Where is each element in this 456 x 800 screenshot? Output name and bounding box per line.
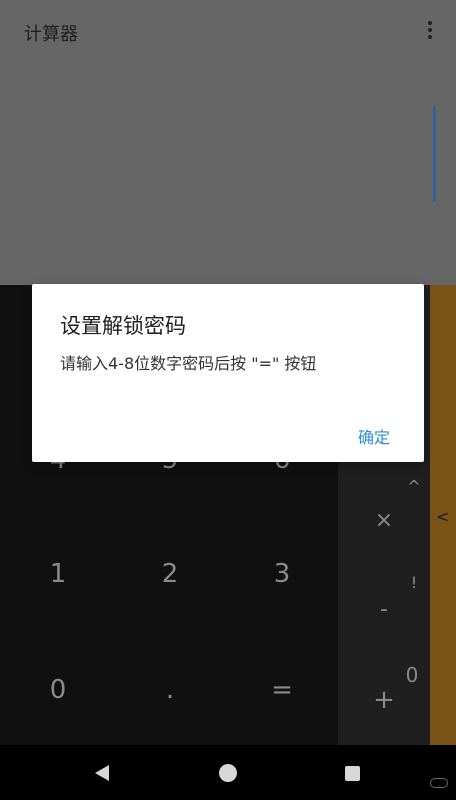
dialog-title: 设置解锁密码 bbox=[60, 314, 186, 338]
display-area: 计算器 bbox=[0, 0, 456, 285]
op-multiply[interactable]: × bbox=[364, 508, 404, 533]
home-icon[interactable] bbox=[219, 764, 237, 782]
key-1[interactable]: 1 bbox=[28, 559, 88, 589]
op-plus[interactable]: + bbox=[364, 685, 404, 715]
gesture-pill-icon bbox=[430, 778, 448, 788]
op-factorial[interactable]: ! bbox=[394, 573, 434, 592]
more-options-icon[interactable] bbox=[424, 18, 436, 42]
confirm-button[interactable]: 确定 bbox=[358, 424, 390, 448]
key-equals[interactable]: = bbox=[252, 675, 312, 705]
chevron-left-icon[interactable]: < bbox=[436, 507, 449, 526]
key-3[interactable]: 3 bbox=[252, 559, 312, 589]
dialog-message: 请输入4-8位数字密码后按 "=" 按钮 bbox=[60, 354, 317, 373]
system-nav-bar bbox=[0, 745, 456, 800]
key-2[interactable]: 2 bbox=[140, 559, 200, 589]
recent-apps-icon[interactable] bbox=[345, 766, 360, 781]
op-zero[interactable]: 0 bbox=[392, 663, 432, 687]
key-decimal[interactable]: . bbox=[140, 675, 200, 705]
op-minus[interactable]: - bbox=[364, 597, 404, 622]
back-icon[interactable] bbox=[95, 765, 109, 781]
set-password-dialog: 设置解锁密码 请输入4-8位数字密码后按 "=" 按钮 确定 bbox=[32, 284, 424, 462]
input-cursor bbox=[433, 106, 436, 202]
app-title: 计算器 bbox=[24, 24, 78, 45]
op-power[interactable]: ^ bbox=[394, 477, 434, 496]
key-0[interactable]: 0 bbox=[28, 675, 88, 705]
